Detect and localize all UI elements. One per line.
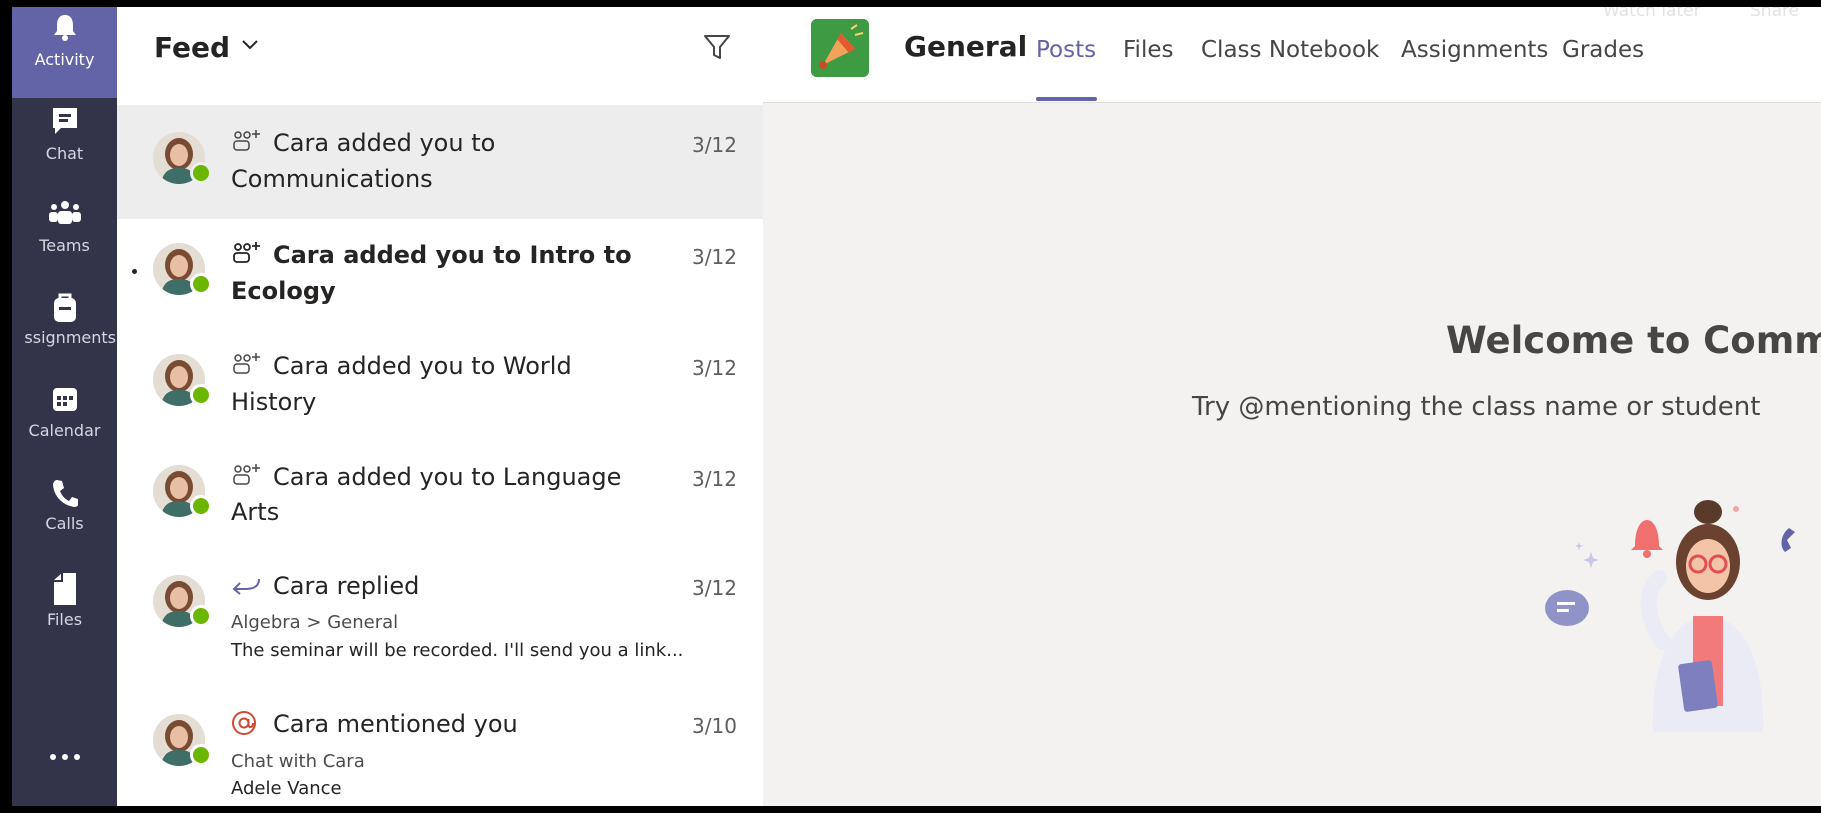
tab-files[interactable]: Files	[1123, 37, 1173, 63]
presence-available-icon	[190, 162, 212, 184]
feed-item-title: Cara added you to Intro to	[273, 241, 632, 269]
chat-icon	[51, 106, 79, 142]
add-member-icon	[231, 241, 261, 269]
feed-item-preview: Adele Vance	[231, 778, 342, 799]
app-rail: Activity Chat Teams ssignments Calendar	[12, 7, 117, 806]
rail-label: Activity	[34, 50, 95, 69]
welcome-heading: Welcome to Commu	[1446, 319, 1821, 362]
presence-available-icon	[190, 273, 212, 295]
feed-item-date: 3/12	[692, 576, 737, 600]
reply-icon	[231, 575, 261, 599]
calendar-icon	[51, 385, 79, 417]
teams-icon	[48, 200, 82, 230]
rail-item-teams[interactable]: Teams	[12, 192, 117, 284]
rail-label: Chat	[45, 144, 84, 163]
phone-icon	[51, 478, 79, 512]
tab-posts[interactable]: Posts	[1036, 37, 1096, 63]
filter-icon[interactable]	[703, 33, 731, 65]
feed-item-title-cont: Ecology	[231, 277, 336, 305]
add-member-icon	[231, 352, 261, 380]
presence-available-icon	[190, 384, 212, 406]
presence-available-icon	[190, 495, 212, 517]
rail-item-assignments[interactable]: ssignments	[12, 284, 117, 376]
add-member-icon	[231, 129, 261, 157]
unread-indicator	[132, 269, 137, 274]
feed-title: Feed	[154, 31, 231, 64]
rail-label: Teams	[39, 236, 90, 255]
watch-later-overlay[interactable]: Watch later	[1603, 7, 1701, 21]
more-icon	[49, 746, 81, 765]
tab-grades[interactable]: Grades	[1562, 37, 1644, 63]
rail-label: Files	[46, 610, 83, 629]
tab-assignments[interactable]: Assignments	[1401, 37, 1548, 63]
file-icon	[52, 572, 78, 610]
rail-label: Calls	[45, 514, 84, 533]
feed-item-title: Cara added you to World	[273, 352, 572, 380]
feed-item-location: Chat with Cara	[231, 751, 365, 772]
feed-item-title: Cara mentioned you	[273, 710, 518, 738]
chevron-down-icon[interactable]	[241, 36, 259, 55]
channel-name: General	[904, 30, 1028, 63]
feed-item[interactable]: Cara mentioned you Chat with Cara Adele …	[117, 689, 763, 806]
feed-item[interactable]: Cara added you to Intro to Ecology 3/12	[117, 219, 763, 331]
channel-header: General Posts Files Class Notebook Assig…	[763, 7, 1821, 103]
rail-item-chat[interactable]: Chat	[12, 99, 117, 191]
channel-main: General Posts Files Class Notebook Assig…	[763, 7, 1821, 806]
presence-available-icon	[190, 744, 212, 766]
feed-item-title: Cara replied	[273, 572, 420, 600]
feed-item-location: Algebra > General	[231, 612, 399, 633]
teams-window: Activity Chat Teams ssignments Calendar	[12, 7, 1821, 806]
teacher-illustration	[1543, 492, 1821, 746]
rail-item-calendar[interactable]: Calendar	[12, 377, 117, 469]
feed-item-date: 3/12	[692, 467, 737, 491]
feed-item-title: Cara added you to	[273, 129, 496, 157]
rail-item-files[interactable]: Files	[12, 562, 117, 654]
assignments-icon	[52, 292, 78, 328]
share-overlay[interactable]: Share	[1750, 7, 1799, 21]
feed-item-title-cont: History	[231, 388, 317, 416]
feed-item[interactable]: Cara added you to Language Arts 3/12	[117, 441, 763, 551]
presence-available-icon	[190, 605, 212, 627]
rail-label: Calendar	[28, 421, 101, 440]
feed-item-preview: The seminar will be recorded. I'll send …	[231, 640, 684, 661]
feed-item-date: 3/12	[692, 133, 737, 157]
feed-item[interactable]: Cara added you to Communications 3/12	[117, 105, 763, 219]
add-member-icon	[231, 463, 261, 491]
rail-item-activity[interactable]: Activity	[12, 7, 117, 98]
bell-icon	[50, 13, 80, 47]
tab-class-notebook[interactable]: Class Notebook	[1201, 37, 1379, 63]
more-apps-button[interactable]	[12, 707, 117, 799]
feed-item-title-cont: Communications	[231, 165, 433, 193]
rail-label: ssignments	[24, 328, 116, 347]
activity-feed-pane: Feed Cara added you to Communications 3/…	[117, 7, 763, 806]
feed-item-title-cont: Arts	[231, 498, 280, 526]
mention-icon	[231, 710, 257, 740]
feed-item-date: 3/10	[692, 714, 737, 738]
feed-item-date: 3/12	[692, 245, 737, 269]
active-tab-indicator	[1036, 97, 1097, 101]
feed-item[interactable]: Cara replied Algebra > General The semin…	[117, 551, 763, 689]
feed-item[interactable]: Cara added you to World History 3/12	[117, 331, 763, 441]
channel-avatar	[811, 19, 869, 77]
rail-item-calls[interactable]: Calls	[12, 470, 117, 562]
feed-item-title: Cara added you to Language	[273, 463, 622, 491]
feed-item-date: 3/12	[692, 356, 737, 380]
welcome-subtext: Try @mentioning the class name or studen…	[1192, 392, 1761, 422]
